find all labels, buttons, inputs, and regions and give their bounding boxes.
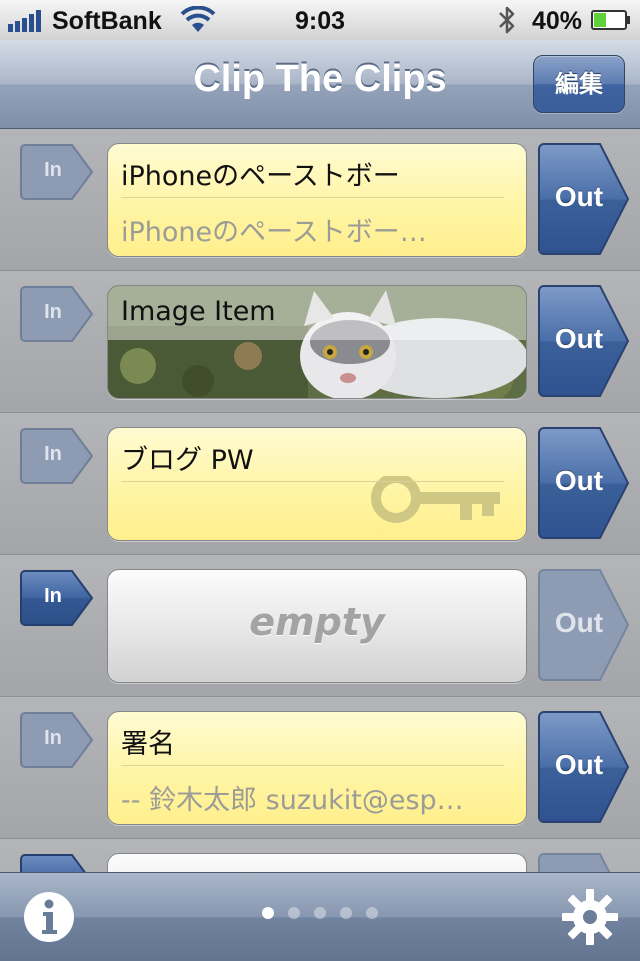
- clip-title: iPhoneのペーストボー: [121, 161, 400, 192]
- bottom-toolbar: [0, 872, 640, 961]
- out-button-label: Out: [554, 607, 604, 638]
- in-button[interactable]: In: [20, 569, 94, 627]
- battery-icon: [591, 10, 630, 30]
- out-button[interactable]: Out: [538, 711, 630, 823]
- divider: [121, 197, 504, 198]
- clip-preview: -- 鈴木太郎 suzukit@esp…: [121, 785, 464, 816]
- edit-button[interactable]: 編集: [533, 55, 625, 113]
- divider: [121, 765, 504, 766]
- clip-row: In ブログ PW Out: [0, 413, 640, 556]
- clip-row: [0, 839, 640, 872]
- clip-card[interactable]: Image Item: [107, 285, 527, 399]
- key-icon: [371, 476, 500, 523]
- navigation-bar: Clip The Clips 編集: [0, 40, 640, 129]
- page-dot[interactable]: [340, 907, 352, 919]
- clip-row: In Image Item Out: [0, 271, 640, 414]
- clip-row: In empty Out: [0, 555, 640, 698]
- status-bar: SoftBank 9:03 40%: [0, 0, 640, 40]
- clip-title: ブログ PW: [121, 445, 254, 476]
- clip-card[interactable]: [107, 853, 527, 872]
- clip-row: In 署名 -- 鈴木太郎 suzukit@esp… Out: [0, 697, 640, 840]
- page-dot[interactable]: [262, 907, 274, 919]
- out-button-label: Out: [554, 465, 604, 496]
- bluetooth-icon: [499, 6, 515, 34]
- in-button-label: In: [44, 301, 62, 323]
- in-button-label: In: [44, 443, 62, 465]
- clip-card[interactable]: 署名 -- 鈴木太郎 suzukit@esp…: [107, 711, 527, 825]
- clip-card[interactable]: iPhoneのペーストボー iPhoneのペーストボー…: [107, 143, 527, 257]
- out-button-label: Out: [554, 323, 604, 354]
- page-dot[interactable]: [288, 907, 300, 919]
- out-button[interactable]: Out: [538, 143, 630, 255]
- clip-title: 署名: [121, 729, 175, 760]
- clip-preview: iPhoneのペーストボー…: [121, 217, 427, 248]
- in-button-label: In: [44, 585, 62, 607]
- page-control[interactable]: [0, 907, 640, 919]
- in-button[interactable]: In: [20, 285, 94, 343]
- page-dot[interactable]: [314, 907, 326, 919]
- page-dot[interactable]: [366, 907, 378, 919]
- out-button[interactable]: Out: [538, 569, 630, 681]
- in-button[interactable]: In: [20, 427, 94, 485]
- clip-list[interactable]: In iPhoneのペーストボー iPhoneのペーストボー… Out In I…: [0, 129, 640, 872]
- clip-title: Image Item: [121, 296, 276, 327]
- out-button-label: Out: [554, 181, 604, 212]
- clip-row: In iPhoneのペーストボー iPhoneのペーストボー… Out: [0, 129, 640, 272]
- in-button-label: In: [44, 727, 62, 749]
- divider: [121, 481, 504, 482]
- in-button[interactable]: In: [20, 711, 94, 769]
- clip-card[interactable]: ブログ PW: [107, 427, 527, 541]
- in-button-label: In: [44, 159, 62, 181]
- out-button[interactable]: Out: [538, 285, 630, 397]
- out-button-label: Out: [554, 749, 604, 780]
- clip-card[interactable]: empty: [107, 569, 527, 683]
- out-button[interactable]: [538, 853, 630, 872]
- in-button[interactable]: [20, 853, 94, 872]
- battery-percent: 40%: [532, 7, 583, 35]
- gear-icon[interactable]: [560, 887, 620, 947]
- empty-label: empty: [249, 600, 385, 644]
- in-button[interactable]: In: [20, 143, 94, 201]
- out-button[interactable]: Out: [538, 427, 630, 539]
